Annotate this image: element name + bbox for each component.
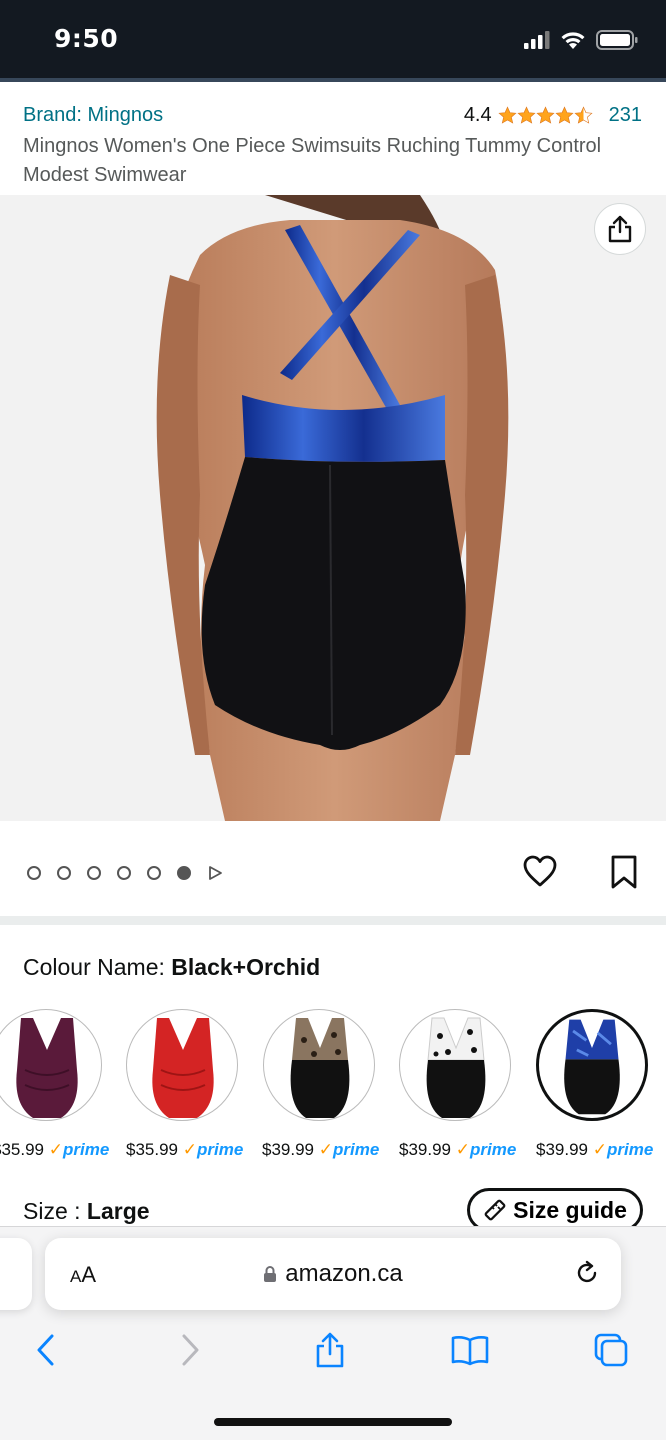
swimsuit-thumbnail xyxy=(564,1019,620,1115)
battery-icon xyxy=(596,30,638,50)
video-play-icon[interactable] xyxy=(207,865,223,881)
prime-badge: prime xyxy=(196,1140,244,1159)
swatch-price: $35.99 ✓prime xyxy=(0,1140,109,1160)
status-bar: 9:50 xyxy=(0,0,666,78)
prime-check-icon: ✓ xyxy=(48,1140,63,1159)
swimsuit-thumbnail xyxy=(426,1017,486,1118)
colour-swatch-black-orchid-selected[interactable] xyxy=(536,1009,648,1121)
prime-badge: prime xyxy=(469,1140,517,1159)
prime-badge: prime xyxy=(332,1140,380,1159)
star-full-icon xyxy=(498,106,517,124)
share-icon xyxy=(316,1332,344,1368)
colour-label-text: Colour Name: xyxy=(23,954,172,980)
prime-check-icon: ✓ xyxy=(455,1140,470,1159)
prime-check-icon: ✓ xyxy=(592,1140,607,1159)
carousel-dot[interactable] xyxy=(57,866,71,880)
prime-badge: prime xyxy=(606,1140,654,1159)
chevron-left-icon xyxy=(37,1334,54,1366)
lock-icon xyxy=(264,1266,277,1282)
bookmarks-button[interactable] xyxy=(450,1330,490,1370)
share-page-button[interactable] xyxy=(310,1330,350,1370)
brand-link[interactable]: Brand: Mingnos xyxy=(23,104,163,127)
wifi-icon xyxy=(561,31,585,49)
colour-swatch-leopard[interactable] xyxy=(263,1009,375,1121)
carousel-dot[interactable] xyxy=(147,866,161,880)
carousel-dot-active[interactable] xyxy=(177,866,191,880)
star-half-icon xyxy=(574,106,593,124)
colour-label: Colour Name: Black+Orchid xyxy=(23,954,320,981)
colour-swatch-red[interactable] xyxy=(126,1009,238,1121)
chevron-right-icon xyxy=(182,1334,199,1366)
swatch-price: $35.99 ✓prime xyxy=(126,1140,243,1160)
signal-icon xyxy=(524,31,550,49)
carousel-dot[interactable] xyxy=(117,866,131,880)
price-value: $39.99 xyxy=(399,1140,451,1159)
url-text: amazon.ca xyxy=(285,1260,403,1287)
size-label: Size : Large xyxy=(23,1198,150,1225)
rating-score: 4.4 xyxy=(463,104,492,126)
share-icon xyxy=(608,215,632,243)
prime-badge: prime xyxy=(62,1140,110,1159)
carousel-dot[interactable] xyxy=(87,866,101,880)
price-value: $35.99 xyxy=(126,1140,178,1159)
home-indicator[interactable] xyxy=(214,1418,452,1426)
status-icons xyxy=(524,30,638,50)
url-display[interactable]: amazon.ca xyxy=(45,1260,621,1288)
ruler-icon xyxy=(484,1199,506,1221)
rating-stars xyxy=(498,106,593,125)
heart-icon xyxy=(523,855,557,887)
price-value: $39.99 xyxy=(262,1140,314,1159)
back-button[interactable] xyxy=(26,1330,66,1370)
tabs-icon xyxy=(594,1333,628,1367)
star-full-icon xyxy=(517,106,536,124)
bookmark-icon xyxy=(611,855,637,889)
prime-check-icon: ✓ xyxy=(182,1140,197,1159)
colour-swatch-polka-dot[interactable] xyxy=(399,1009,511,1121)
carousel-dot[interactable] xyxy=(27,866,41,880)
swatch-price: $39.99 ✓prime xyxy=(399,1140,516,1160)
size-label-text: Size : xyxy=(23,1198,87,1224)
size-guide-label: Size guide xyxy=(513,1196,627,1223)
star-full-icon xyxy=(555,106,574,124)
add-to-wishlist-button[interactable] xyxy=(522,854,558,891)
swimsuit-thumbnail xyxy=(16,1018,78,1118)
forward-button[interactable] xyxy=(170,1330,210,1370)
tabs-button[interactable] xyxy=(591,1330,631,1370)
clock-time: 9:50 xyxy=(54,24,119,53)
address-bar[interactable]: AA amazon.ca xyxy=(45,1238,621,1310)
product-title: Mingnos Women's One Piece Swimsuits Ruch… xyxy=(23,135,602,186)
swimsuit-thumbnail xyxy=(152,1018,214,1118)
colour-swatch-purple[interactable] xyxy=(0,1009,102,1121)
price-value: $35.99 xyxy=(0,1140,44,1159)
reload-icon[interactable] xyxy=(573,1259,601,1287)
review-count[interactable]: 231 xyxy=(609,104,642,127)
swatch-price: $39.99 ✓prime xyxy=(262,1140,379,1160)
book-icon xyxy=(451,1336,489,1366)
price-value: $39.99 xyxy=(536,1140,588,1159)
star-full-icon xyxy=(536,106,555,124)
product-image[interactable] xyxy=(0,195,666,821)
size-selected-value: Large xyxy=(86,1198,150,1224)
swimsuit-thumbnail xyxy=(290,1018,350,1118)
prime-check-icon: ✓ xyxy=(318,1140,333,1159)
save-for-later-button[interactable] xyxy=(610,854,638,893)
swatch-price: $39.99 ✓prime xyxy=(536,1140,653,1160)
swimsuit-back-photo xyxy=(156,195,509,821)
colour-selected-name: Black+Orchid xyxy=(171,954,321,980)
previous-tab-preview[interactable] xyxy=(0,1238,32,1310)
share-button[interactable] xyxy=(594,203,646,255)
image-carousel-dots[interactable] xyxy=(27,865,223,881)
section-divider xyxy=(0,916,666,925)
rating-summary[interactable]: 4.4 231 xyxy=(464,104,642,127)
nav-strip xyxy=(0,78,666,82)
